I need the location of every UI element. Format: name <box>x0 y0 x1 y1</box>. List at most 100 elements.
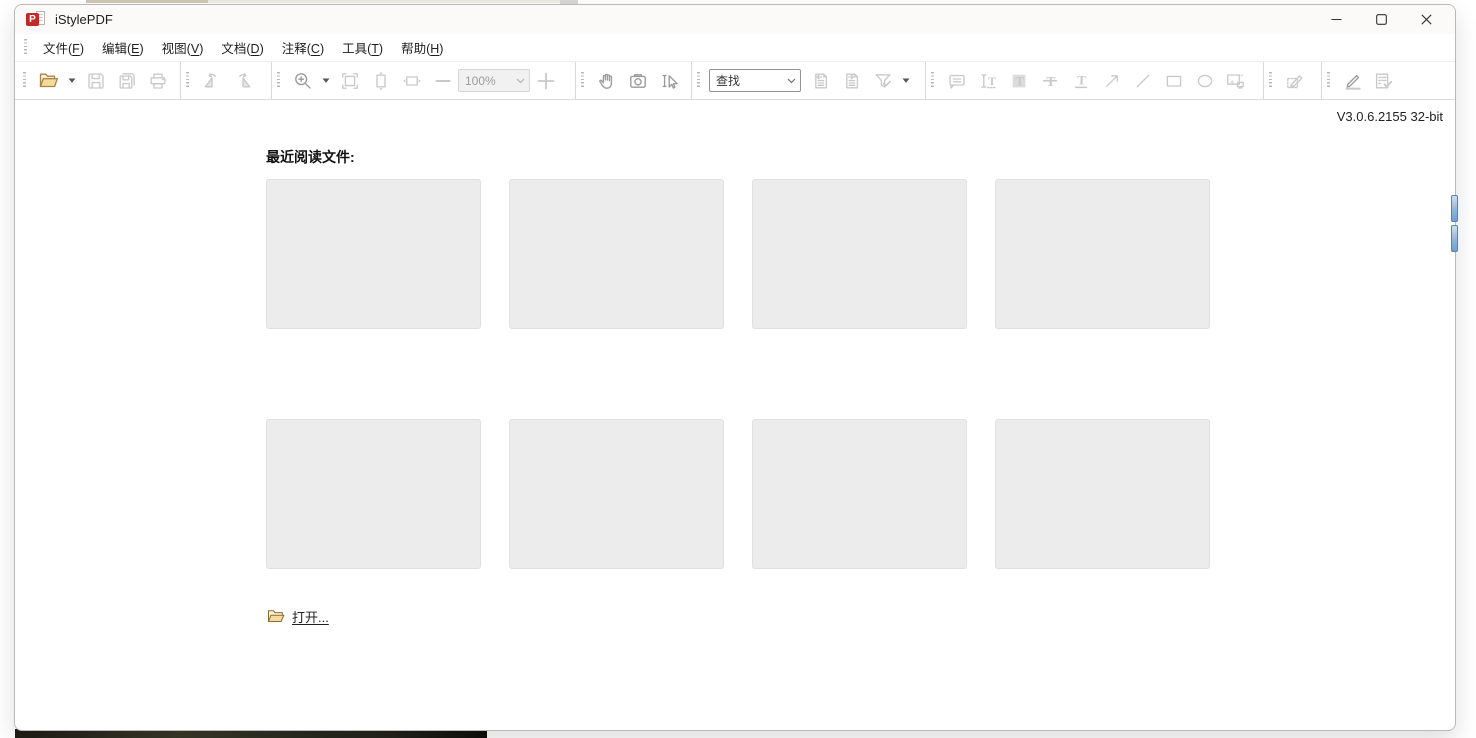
fit-page-icon <box>340 71 360 91</box>
toolbar-group-nav <box>575 62 691 99</box>
toolbar-grip[interactable] <box>1327 72 1330 89</box>
toolbar-grip[interactable] <box>1269 72 1272 89</box>
recent-file-slot <box>266 419 481 569</box>
previous-result-button[interactable] <box>806 66 835 95</box>
rotate-right-button[interactable] <box>228 66 257 95</box>
folder-open-icon <box>38 71 59 90</box>
fit-width-button[interactable] <box>397 66 426 95</box>
search-input[interactable] <box>709 69 801 92</box>
ibeam-text-icon: T <box>978 71 998 91</box>
line-annotation-button[interactable] <box>1128 66 1157 95</box>
select-tool-button[interactable] <box>654 66 683 95</box>
highlight-T-icon: T <box>1009 71 1029 91</box>
insert-text-button[interactable]: T <box>973 66 1002 95</box>
svg-text:T: T <box>988 74 996 88</box>
underline-text-button[interactable]: T <box>1066 66 1095 95</box>
zoom-dropdown-button[interactable] <box>319 66 333 95</box>
version-label: V3.0.6.2155 32-bit <box>1337 109 1443 124</box>
toolbar-grip[interactable] <box>581 72 584 89</box>
ellipse-annotation-button[interactable] <box>1190 66 1219 95</box>
menu-tools[interactable]: 工具(T) <box>333 35 392 60</box>
folder-open-icon <box>267 609 285 624</box>
rotate-left-button[interactable] <box>197 66 226 95</box>
open-dropdown-button[interactable] <box>65 66 79 95</box>
fit-page-button[interactable] <box>335 66 364 95</box>
minus-icon <box>434 72 452 90</box>
scroll-pill-segment <box>1451 225 1458 252</box>
caret-down-icon <box>902 78 910 83</box>
menubar-grip[interactable] <box>24 39 27 56</box>
underline-T-icon: T <box>1071 71 1091 91</box>
diagonal-line-icon <box>1133 71 1153 91</box>
print-button[interactable] <box>143 66 172 95</box>
search-combobox <box>709 69 801 92</box>
toolbar-grip[interactable] <box>277 72 280 89</box>
zoom-in-button[interactable] <box>531 66 560 95</box>
toolbar-grip[interactable] <box>931 72 934 89</box>
desktop-artifact <box>208 0 568 3</box>
hand-tool-button[interactable] <box>592 66 621 95</box>
toolbar-grip[interactable] <box>697 72 700 89</box>
ellipse-icon <box>1195 71 1215 91</box>
pdf-red-square: P <box>26 13 39 26</box>
app-icon-pdf: P <box>26 11 46 28</box>
checklist-icon <box>1373 71 1394 91</box>
signature-button[interactable] <box>1280 66 1309 95</box>
print-icon <box>148 71 168 91</box>
background-window-edge-scroll <box>1451 195 1458 253</box>
open-file-link-label: 打开... <box>292 607 329 626</box>
strikethrough-T-icon: T <box>1040 71 1060 91</box>
arrow-ne-icon <box>1102 71 1122 91</box>
strikethrough-text-button[interactable]: T <box>1035 66 1064 95</box>
arrow-annotation-button[interactable] <box>1097 66 1126 95</box>
open-file-link[interactable]: 打开... <box>267 607 329 626</box>
filter-dropdown-button[interactable] <box>899 66 913 95</box>
maximize-button[interactable] <box>1359 5 1404 34</box>
text-select-cursor-icon <box>659 71 679 91</box>
toolbar-grip[interactable] <box>23 72 26 89</box>
minimize-icon <box>1331 14 1342 25</box>
menu-file[interactable]: 文件(F) <box>34 35 93 60</box>
save-as-button[interactable] <box>112 66 141 95</box>
minimize-button[interactable] <box>1314 5 1359 34</box>
fit-height-button[interactable] <box>366 66 395 95</box>
zoom-out-button[interactable] <box>428 66 457 95</box>
window-controls <box>1314 5 1449 34</box>
zoom-tool-button[interactable] <box>288 66 317 95</box>
recent-file-slot <box>509 179 724 329</box>
page-arrow-right-icon <box>842 71 862 91</box>
caret-down-icon <box>68 78 76 83</box>
note-comment-button[interactable] <box>942 66 971 95</box>
form-button[interactable] <box>1369 66 1398 95</box>
toolbar-group-signature <box>1263 62 1321 99</box>
edit-content-button[interactable] <box>1338 66 1367 95</box>
next-result-button[interactable] <box>837 66 866 95</box>
stamp-image-button[interactable] <box>1221 66 1250 95</box>
speech-bubble-icon <box>947 71 967 91</box>
toolbar-grip[interactable] <box>186 72 189 89</box>
menu-help[interactable]: 帮助(H) <box>392 35 452 60</box>
hand-icon <box>597 71 617 91</box>
toolbar: T T T T <box>15 61 1455 100</box>
image-screen-icon <box>1225 71 1246 91</box>
filter-search-button[interactable] <box>868 66 897 95</box>
menu-annotate[interactable]: 注释(C) <box>273 35 333 60</box>
toolbar-group-search <box>691 62 925 99</box>
desktop-artifact <box>86 0 208 3</box>
close-icon <box>1421 14 1432 25</box>
zoom-level-input[interactable] <box>458 69 530 92</box>
highlight-text-button[interactable]: T <box>1004 66 1033 95</box>
menu-document[interactable]: 文档(D) <box>212 35 272 60</box>
scroll-pill-segment <box>1451 195 1458 222</box>
fit-height-icon <box>371 71 391 91</box>
snapshot-button[interactable] <box>623 66 652 95</box>
toolbar-group-file <box>20 62 180 99</box>
close-button[interactable] <box>1404 5 1449 34</box>
rectangle-annotation-button[interactable] <box>1159 66 1188 95</box>
recent-files-grid <box>266 179 1210 569</box>
open-button[interactable] <box>34 66 63 95</box>
save-button[interactable] <box>81 66 110 95</box>
menu-edit[interactable]: 编辑(E) <box>93 35 153 60</box>
toolbar-group-annotate: T T T T <box>925 62 1263 99</box>
menu-view[interactable]: 视图(V) <box>153 35 213 60</box>
